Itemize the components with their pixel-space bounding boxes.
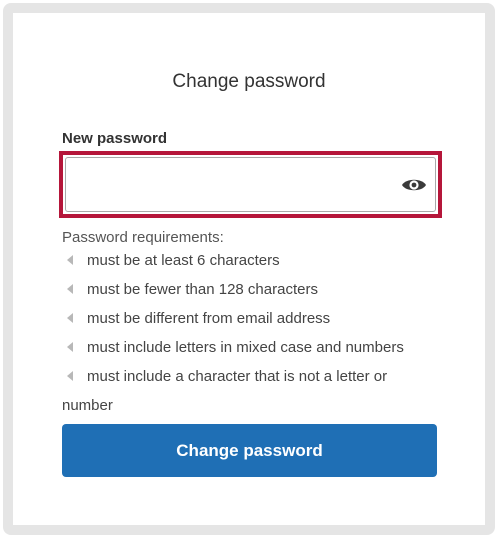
requirement-item: must be different from email address <box>62 304 442 333</box>
new-password-field <box>65 157 436 212</box>
new-password-label: New password <box>62 130 168 147</box>
requirement-item: must be at least 6 characters <box>62 246 442 275</box>
requirement-text: must be fewer than 128 characters <box>87 281 318 298</box>
requirement-marker-icon <box>67 371 73 382</box>
new-password-field-focus-ring <box>59 151 442 218</box>
new-password-input[interactable] <box>74 158 394 211</box>
requirement-item: must be fewer than 128 characters <box>62 275 442 304</box>
requirement-text: must be at least 6 characters <box>87 252 280 269</box>
requirements-heading: Password requirements: <box>62 229 224 246</box>
requirement-item: must include a character that is not a l… <box>62 362 442 420</box>
requirement-marker-icon <box>67 313 73 324</box>
page-title: Change password <box>172 71 326 92</box>
requirement-text: must include letters in mixed case and n… <box>87 339 404 356</box>
requirement-marker-icon <box>67 255 73 266</box>
requirement-item: must include letters in mixed case and n… <box>62 333 442 362</box>
requirement-marker-icon <box>67 342 73 353</box>
requirements-list: must be at least 6 characters must be fe… <box>62 246 442 420</box>
requirement-marker-icon <box>67 284 73 295</box>
change-password-button[interactable]: Change password <box>62 424 437 477</box>
eye-icon[interactable] <box>401 176 427 194</box>
requirement-text: must be different from email address <box>87 310 331 327</box>
page-frame: Change password New password Password re… <box>3 3 495 535</box>
change-password-card: Change password New password Password re… <box>13 13 485 525</box>
requirement-text: must include a character that is not a l… <box>62 368 388 414</box>
